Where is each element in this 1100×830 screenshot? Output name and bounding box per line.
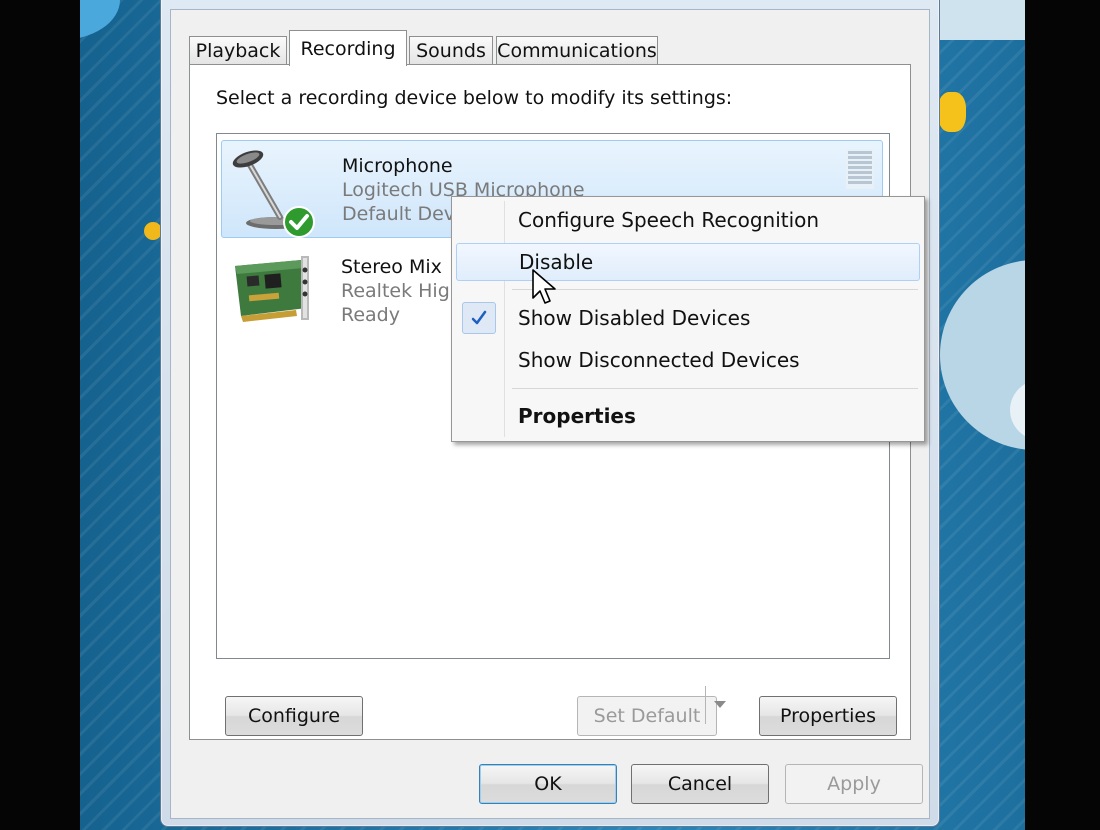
menu-separator bbox=[512, 289, 918, 290]
level-meter-icon bbox=[846, 149, 874, 189]
tab-sounds[interactable]: Sounds bbox=[409, 36, 493, 64]
menu-item-label: Show Disabled Devices bbox=[518, 306, 751, 330]
menu-item-label: Show Disconnected Devices bbox=[518, 348, 800, 372]
menu-item-label: Configure Speech Recognition bbox=[518, 208, 820, 232]
chevron-down-icon bbox=[714, 701, 726, 708]
context-menu: Configure Speech Recognition Disable Sho… bbox=[451, 196, 925, 442]
properties-button[interactable]: Properties bbox=[759, 696, 897, 736]
default-device-badge bbox=[282, 205, 316, 239]
set-default-button[interactable]: Set Default bbox=[577, 696, 717, 736]
checkmark-icon bbox=[462, 302, 496, 334]
menu-item-label: Properties bbox=[518, 404, 636, 428]
apply-button[interactable]: Apply bbox=[785, 764, 923, 804]
desktop-decoration bbox=[938, 92, 966, 132]
instruction-text: Select a recording device below to modif… bbox=[216, 87, 733, 109]
menu-item-disable[interactable]: Disable bbox=[456, 243, 920, 281]
device-status: Ready bbox=[341, 304, 400, 326]
menu-item-show-disconnected-devices[interactable]: Show Disconnected Devices bbox=[456, 341, 920, 379]
tab-recording[interactable]: Recording bbox=[289, 30, 407, 66]
tab-playback[interactable]: Playback bbox=[189, 36, 287, 64]
menu-item-show-disabled-devices[interactable]: Show Disabled Devices bbox=[456, 299, 920, 337]
menu-item-configure-speech-recognition[interactable]: Configure Speech Recognition bbox=[456, 201, 920, 239]
device-name: Stereo Mix bbox=[341, 256, 442, 278]
desktop-decoration bbox=[80, 0, 120, 40]
ok-button[interactable]: OK bbox=[479, 764, 617, 804]
menu-item-properties[interactable]: Properties bbox=[456, 397, 920, 435]
set-default-dropdown[interactable] bbox=[705, 686, 734, 724]
device-name: Microphone bbox=[342, 155, 453, 177]
cancel-button[interactable]: Cancel bbox=[631, 764, 769, 804]
check-circle-icon bbox=[283, 206, 315, 238]
sound-card-icon bbox=[227, 246, 319, 336]
menu-item-label: Disable bbox=[519, 250, 594, 274]
menu-separator bbox=[512, 388, 918, 389]
configure-button[interactable]: Configure bbox=[225, 696, 363, 736]
set-default-label: Set Default bbox=[593, 705, 701, 727]
tab-communications[interactable]: Communications bbox=[496, 36, 658, 64]
